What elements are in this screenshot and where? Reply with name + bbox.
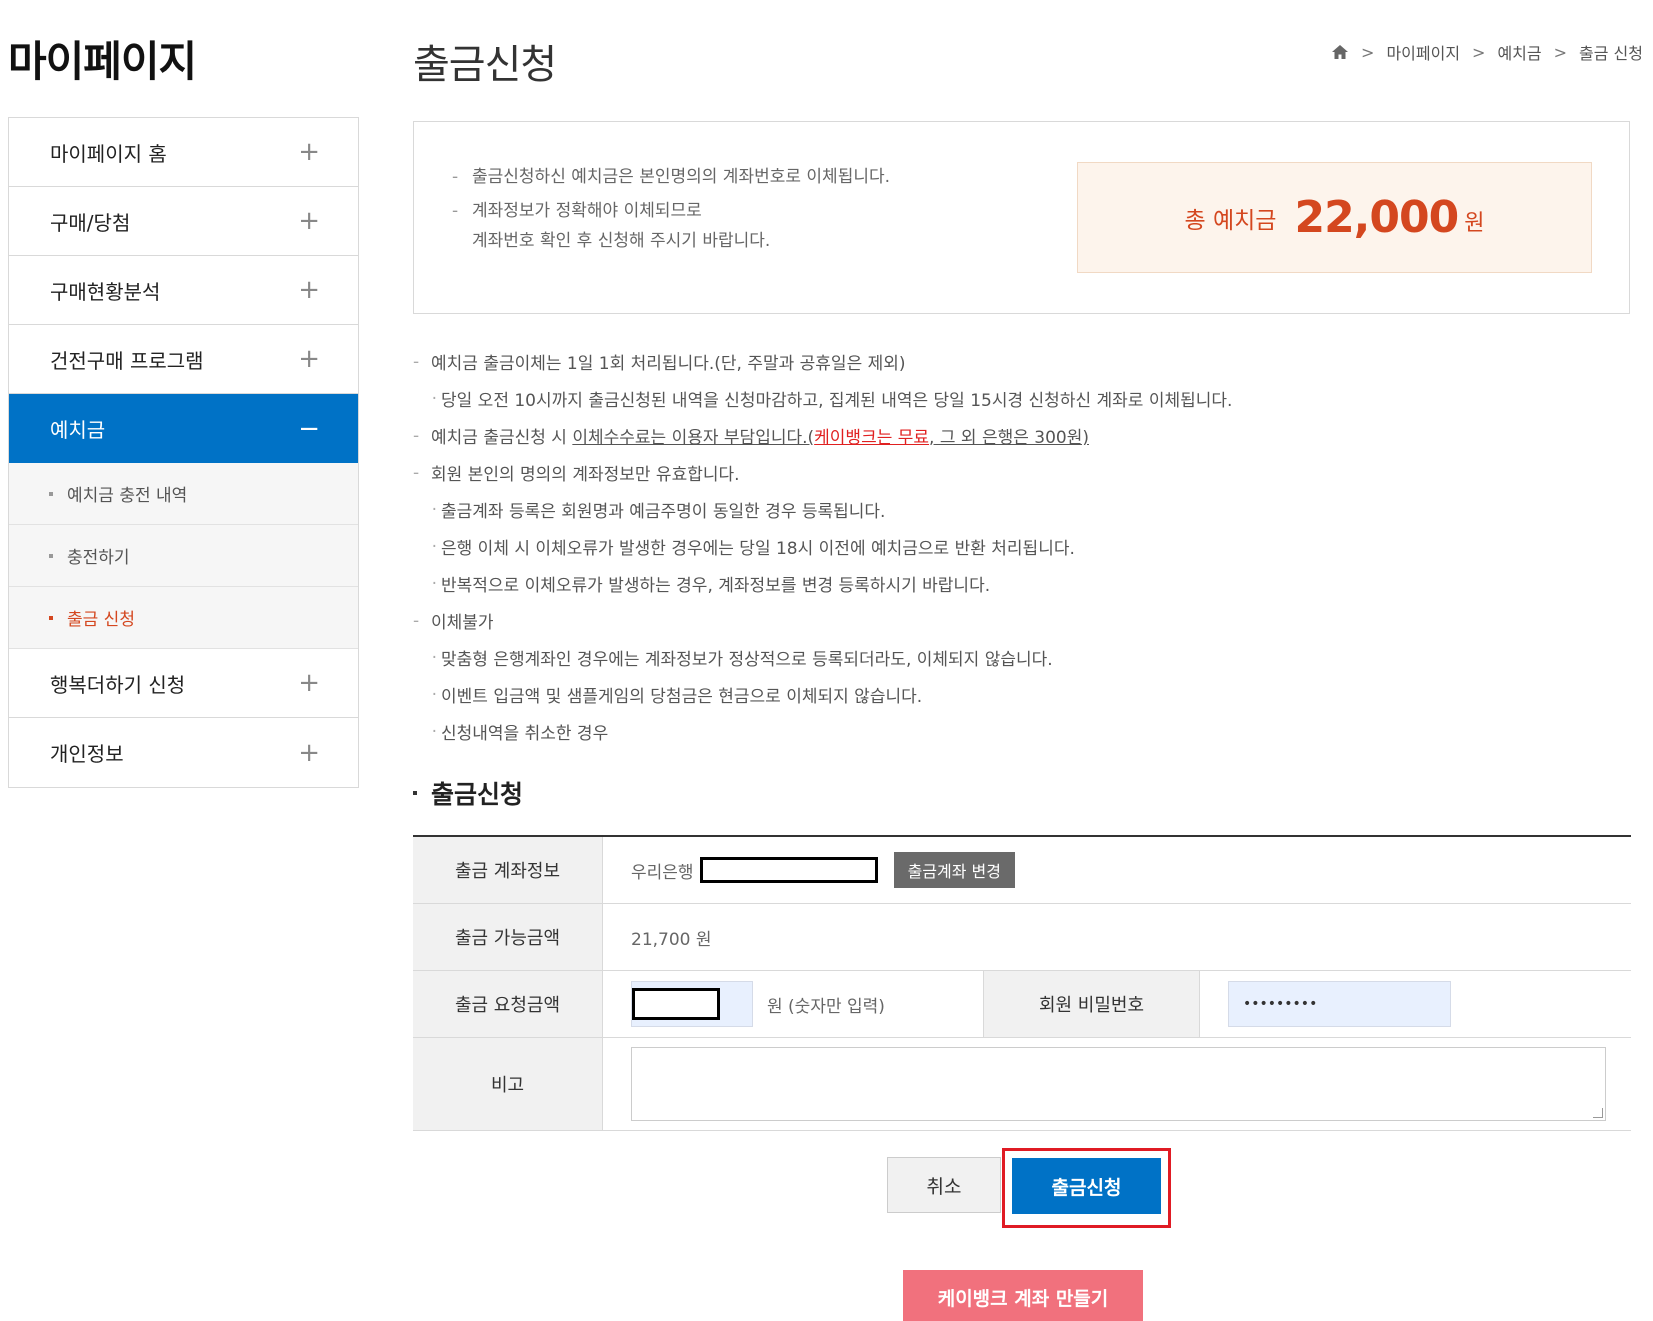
total-deposit-box: 총 예치금 22,000 원	[1077, 162, 1592, 273]
sidebar-subitem-charge[interactable]: 충전하기	[9, 525, 358, 587]
password-cell: •••••••••	[1200, 971, 1631, 1037]
notice-subitem: 당일 오전 10시까지 출금신청된 내역을 신청마감하고, 집계된 내역은 당일…	[441, 391, 1233, 411]
total-deposit-amount: 22,000	[1294, 192, 1459, 243]
notice-subitem: 출금계좌 등록은 회원명과 예금주명이 동일한 경우 등록됩니다.	[441, 502, 886, 522]
sidebar-item-personal-info[interactable]: 개인정보 +	[9, 718, 358, 787]
section-title: 출금신청	[413, 775, 523, 811]
request-amount-input[interactable]	[631, 981, 753, 1027]
table-row: 출금 가능금액 21,700 원	[413, 904, 1631, 971]
password-label: 회원 비밀번호	[984, 971, 1200, 1037]
memo-textarea[interactable]	[631, 1047, 1606, 1121]
sidebar-item-healthy-program[interactable]: 건전구매 프로그램 +	[9, 325, 358, 394]
sidebar-item-purchase-analysis[interactable]: 구매현황분석 +	[9, 256, 358, 325]
sidebar-item-mypage-home[interactable]: 마이페이지 홈 +	[9, 118, 358, 187]
info-line: 계좌번호 확인 후 신청해 주시기 바랍니다.	[472, 231, 771, 251]
bank-name: 우리은행	[631, 862, 694, 883]
sidebar-subitem-label: 출금 신청	[67, 610, 135, 630]
sidebar-item-deposit[interactable]: 예치금 −	[9, 394, 358, 463]
sidebar-title: 마이페이지	[8, 37, 197, 86]
notice-subitem: 이벤트 입금액 및 샘플게임의 당첨금은 현금으로 이체되지 않습니다.	[441, 687, 923, 707]
chevron-right-icon: >	[1472, 42, 1486, 62]
notice-subitem: 맞춤형 은행계좌인 경우에는 계좌정보가 정상적으로 등록되더라도, 이체되지 …	[441, 650, 1053, 670]
home-icon[interactable]	[1331, 44, 1349, 60]
redacted-account-number	[699, 857, 878, 883]
account-info-cell: 우리은행 출금계좌 변경	[603, 837, 1631, 903]
notice-item: 이체불가	[431, 613, 494, 633]
account-info-label: 출금 계좌정보	[413, 837, 603, 903]
change-account-button[interactable]: 출금계좌 변경	[893, 852, 1015, 888]
kbank-free-text: 케이뱅크는 무료	[814, 428, 930, 448]
notice-item: 예치금 출금신청 시 이체수수료는 이용자 부담입니다.(케이뱅크는 무료, 그…	[431, 428, 1089, 448]
sidebar-item-label: 구매현황분석	[50, 279, 161, 304]
available-amount-value: 21,700 원	[631, 929, 712, 950]
notice-subitem: 신청내역을 취소한 경우	[441, 724, 609, 744]
submit-withdraw-button[interactable]: 출금신청	[1012, 1158, 1161, 1214]
sidebar-subitem-withdraw[interactable]: 출금 신청	[9, 587, 358, 649]
minus-icon: −	[298, 413, 320, 444]
plus-icon: +	[298, 668, 320, 698]
bullet-icon	[49, 615, 53, 620]
sidebar-item-label: 예치금	[50, 418, 106, 442]
withdraw-form-table: 출금 계좌정보 우리은행 출금계좌 변경 출금 가능금액 21,700 원 출금…	[413, 835, 1631, 1131]
chevron-right-icon: >	[1361, 42, 1375, 62]
breadcrumb-item[interactable]: 예치금	[1497, 40, 1541, 64]
chevron-right-icon: >	[1553, 42, 1568, 62]
sidebar-subitem-charge-history[interactable]: 예치금 충전 내역	[9, 463, 358, 525]
info-line: 출금신청하신 예치금은 본인명의의 계좌번호로 이체됩니다.	[472, 167, 891, 187]
breadcrumb-item[interactable]: 출금 신청	[1579, 40, 1643, 64]
available-amount-label: 출금 가능금액	[413, 904, 603, 970]
sidebar-subitem-label: 충전하기	[67, 548, 130, 568]
notice-item: 회원 본인의 명의의 계좌정보만 유효합니다.	[431, 465, 740, 485]
plus-icon: +	[298, 275, 320, 305]
notice-list: - 예치금 출금이체는 1일 1회 처리됩니다.(단, 주말과 공휴일은 제외) …	[413, 343, 1232, 750]
memo-cell	[603, 1038, 1631, 1130]
plus-icon: +	[298, 206, 320, 236]
redacted-amount	[632, 988, 720, 1020]
request-amount-unit: 원 (숫자만 입력)	[767, 996, 885, 1017]
request-amount-label: 출금 요청금액	[413, 971, 603, 1037]
info-list: - 출금신청하신 예치금은 본인명의의 계좌번호로 이체됩니다. - 계좌정보가 정…	[452, 162, 890, 256]
table-row: 비고	[413, 1038, 1631, 1131]
plus-icon: +	[298, 344, 320, 374]
create-kbank-account-button[interactable]: 케이뱅크 계좌 만들기	[903, 1270, 1143, 1321]
sidebar-subitem-label: 예치금 충전 내역	[67, 486, 188, 506]
sidebar-item-label: 마이페이지 홈	[50, 141, 167, 166]
memo-label: 비고	[413, 1038, 603, 1130]
total-deposit-label: 총 예치금	[1184, 207, 1277, 234]
cancel-button[interactable]: 취소	[887, 1157, 1001, 1213]
breadcrumb: > 마이페이지 > 예치금 > 출금 신청	[1331, 40, 1643, 64]
bullet-icon	[49, 491, 53, 496]
notice-subitem: 은행 이체 시 이체오류가 발생한 경우에는 당일 18시 이전에 예치금으로 …	[441, 539, 1075, 559]
page-title: 출금신청	[413, 42, 557, 88]
info-box: - 출금신청하신 예치금은 본인명의의 계좌번호로 이체됩니다. - 계좌정보가 정…	[413, 121, 1630, 314]
breadcrumb-item[interactable]: 마이페이지	[1386, 40, 1460, 64]
sidebar-item-label: 개인정보	[50, 742, 124, 766]
plus-icon: +	[298, 137, 320, 167]
plus-icon: +	[298, 737, 320, 768]
table-row: 출금 요청금액 원 (숫자만 입력) 회원 비밀번호 •••••••••	[413, 971, 1631, 1038]
notice-item: 예치금 출금이체는 1일 1회 처리됩니다.(단, 주말과 공휴일은 제외)	[431, 354, 906, 374]
sidebar-item-label: 행복더하기 신청	[50, 672, 186, 697]
request-amount-cell: 원 (숫자만 입력)	[603, 971, 984, 1037]
resize-handle-icon[interactable]	[1593, 1108, 1603, 1118]
password-input[interactable]: •••••••••	[1228, 981, 1451, 1027]
total-deposit-unit: 원	[1464, 210, 1485, 236]
sidebar-item-happiness-apply[interactable]: 행복더하기 신청 +	[9, 649, 358, 718]
notice-subitem: 반복적으로 이체오류가 발생하는 경우, 계좌정보를 변경 등록하시기 바랍니다…	[441, 576, 991, 596]
sidebar-item-purchase-win[interactable]: 구매/당첨 +	[9, 187, 358, 256]
sidebar-item-label: 구매/당첨	[50, 210, 131, 235]
bullet-icon	[413, 791, 417, 795]
sidebar-item-label: 건전구매 프로그램	[50, 348, 204, 373]
info-line: 계좌정보가 정확해야 이체되므로	[472, 201, 702, 221]
bullet-icon	[49, 553, 53, 558]
table-row: 출금 계좌정보 우리은행 출금계좌 변경	[413, 837, 1631, 904]
sidebar-menu: 마이페이지 홈 + 구매/당첨 + 구매현황분석 + 건전구매 프로그램 + 예…	[8, 117, 359, 788]
